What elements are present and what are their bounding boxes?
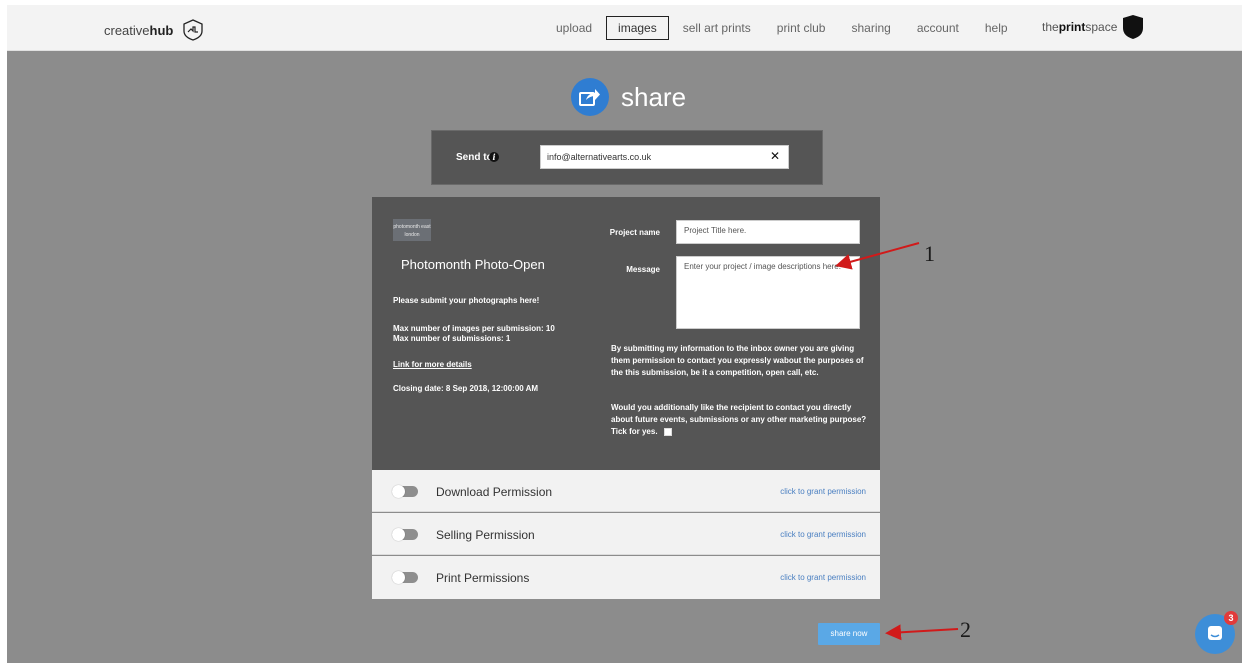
app-frame: creative hub upload images sell art print…: [7, 5, 1242, 663]
message-textarea[interactable]: Enter your project / image descriptions …: [676, 256, 860, 329]
project-name-input[interactable]: Project Title here.: [676, 220, 860, 244]
grant-permission-link[interactable]: click to grant permission: [780, 530, 866, 539]
permission-row-print: Print Permissions click to grant permiss…: [372, 556, 880, 599]
nav-help[interactable]: help: [973, 16, 1020, 40]
creativehub-logo[interactable]: creative hub: [104, 18, 205, 42]
nav-sell-art-prints[interactable]: sell art prints: [671, 16, 763, 40]
toggle-knob: [392, 571, 405, 584]
page-title: share: [621, 81, 687, 112]
marketing-consent: Would you additionally like the recipien…: [611, 403, 867, 436]
theprintspace-logo[interactable]: theprintspace: [1042, 14, 1145, 40]
download-permission-toggle[interactable]: [392, 485, 418, 498]
nav-images[interactable]: images: [606, 16, 669, 40]
consent-text: By submitting my information to the inbo…: [611, 344, 864, 377]
brand-name-light: creative: [104, 22, 150, 38]
grant-permission-link[interactable]: click to grant permission: [780, 487, 866, 496]
brand-name-bold: hub: [149, 22, 174, 38]
toggle-knob: [392, 485, 405, 498]
top-navbar: creative hub upload images sell art print…: [7, 5, 1242, 51]
project-name-label: Project name: [609, 228, 660, 237]
annotation-1: 1: [924, 241, 935, 266]
notification-badge: 3: [1224, 611, 1238, 625]
message-label: Message: [626, 265, 660, 274]
submission-card: photomonth east london Photomonth Photo-…: [372, 197, 880, 599]
permission-label: Selling Permission: [436, 528, 535, 542]
submission-details: photomonth east london Photomonth Photo-…: [372, 197, 880, 470]
selling-permission-toggle[interactable]: [392, 528, 418, 541]
max-submissions: Max number of submissions: 1: [393, 334, 511, 343]
nav-sharing[interactable]: sharing: [839, 16, 902, 40]
shield-hand-icon: [183, 19, 204, 41]
print-permission-toggle[interactable]: [392, 571, 418, 584]
info-icon[interactable]: i: [489, 152, 499, 162]
partner-name: theprintspace: [1042, 20, 1118, 34]
main-nav: upload images sell art prints print club…: [544, 16, 1022, 40]
share-arrow-icon: [571, 78, 609, 116]
shield-icon: [1123, 15, 1144, 39]
close-icon[interactable]: ✕: [770, 149, 780, 163]
photomonth-logo: photomonth east london: [393, 219, 431, 241]
nav-account[interactable]: account: [905, 16, 971, 40]
permission-row-download: Download Permission click to grant permi…: [372, 470, 880, 512]
nav-upload[interactable]: upload: [544, 16, 604, 40]
org-name: Photomonth Photo-Open: [401, 257, 545, 272]
permission-label: Download Permission: [436, 485, 553, 499]
details-link[interactable]: Link for more details: [393, 360, 472, 369]
share-header: share: [571, 78, 686, 116]
max-images: Max number of images per submission: 10: [393, 324, 555, 333]
nav-print-club[interactable]: print club: [765, 16, 838, 40]
send-to-value: info@alternativearts.co.uk: [547, 152, 652, 162]
send-to-bar: Send to i info@alternativearts.co.uk ✕: [431, 130, 823, 185]
send-to-input[interactable]: info@alternativearts.co.uk ✕: [540, 145, 789, 169]
send-to-label: Send to: [456, 152, 493, 163]
share-now-button[interactable]: share now: [818, 623, 880, 645]
permission-label: Print Permissions: [436, 571, 530, 585]
closing-date: Closing date: 8 Sep 2018, 12:00:00 AM: [393, 384, 539, 393]
grant-permission-link[interactable]: click to grant permission: [780, 573, 866, 582]
marketing-checkbox[interactable]: [663, 427, 672, 436]
chat-widget-button[interactable]: 3: [1195, 611, 1238, 654]
permission-row-selling: Selling Permission click to grant permis…: [372, 513, 880, 555]
annotation-2: 2: [960, 617, 971, 642]
org-intro: Please submit your photographs here!: [393, 296, 540, 305]
chat-icon: [1208, 626, 1222, 640]
toggle-knob: [392, 528, 405, 541]
